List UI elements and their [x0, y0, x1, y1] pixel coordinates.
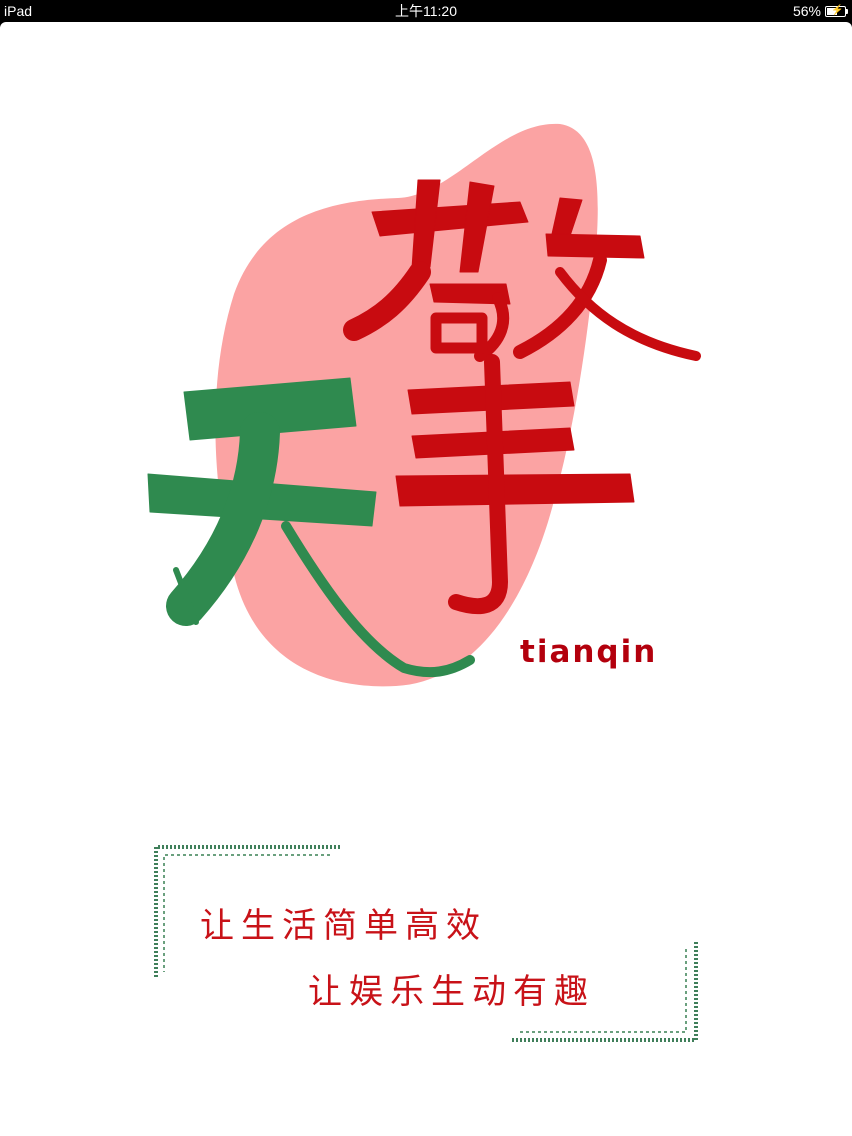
brand-latin-name: tianqin — [520, 634, 658, 670]
battery-percent: 56% — [792, 3, 821, 19]
battery-status: 56% ⚡ — [792, 0, 848, 22]
battery-icon: ⚡ — [825, 4, 848, 17]
charging-bolt-icon: ⚡ — [831, 4, 844, 16]
splash-screen: tianqin 让生活简单高效 让娱乐生动有趣 — [0, 22, 852, 1136]
slogan-line-efficiency: 让生活简单高效 — [200, 906, 487, 946]
status-time: 上午11:20 — [395, 3, 457, 19]
slogan-line-entertainment: 让娱乐生动有趣 — [308, 972, 595, 1012]
status-bar: iPad 上午11:20 56% ⚡ — [0, 0, 852, 22]
